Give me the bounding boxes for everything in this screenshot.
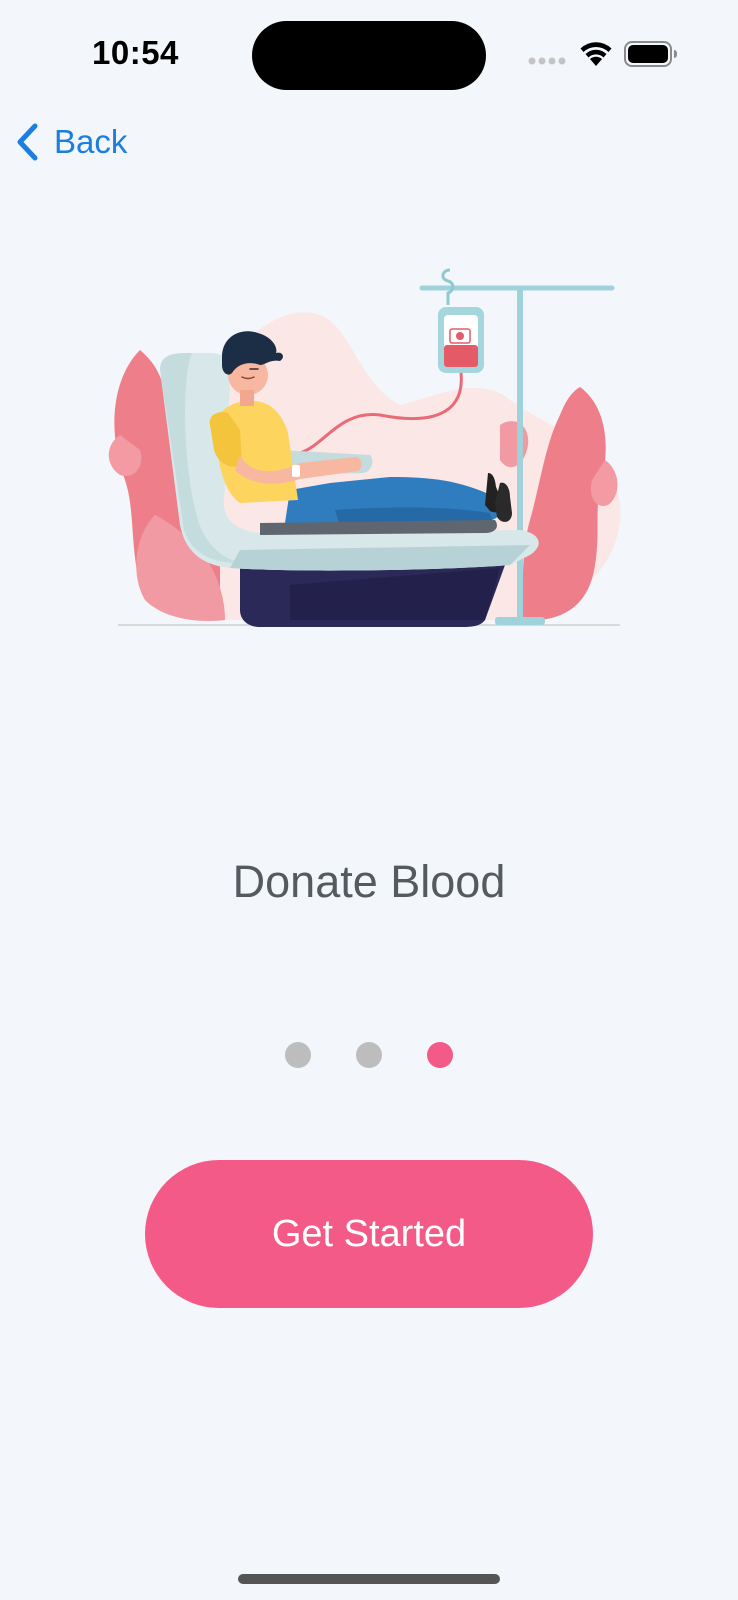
get-started-button[interactable]: Get Started xyxy=(145,1160,593,1308)
status-bar: 10:54 xyxy=(0,0,738,110)
page-indicator-dot-2[interactable] xyxy=(356,1042,382,1068)
page-indicator-dot-3-active[interactable] xyxy=(427,1042,453,1068)
dynamic-island xyxy=(252,21,486,90)
back-label: Back xyxy=(54,123,128,160)
cellular-signal-icon xyxy=(528,57,566,65)
back-button[interactable]: Back xyxy=(14,118,127,166)
wifi-icon xyxy=(580,42,612,66)
status-time: 10:54 xyxy=(92,34,179,71)
blood-donation-illustration xyxy=(108,268,621,627)
home-indicator[interactable] xyxy=(238,1574,500,1584)
battery-icon xyxy=(624,41,677,67)
chevron-left-icon xyxy=(17,123,38,161)
page-indicator-dot-1[interactable] xyxy=(285,1042,311,1068)
page-indicator[interactable] xyxy=(0,1042,738,1068)
page-title: Donate Blood xyxy=(232,856,506,907)
